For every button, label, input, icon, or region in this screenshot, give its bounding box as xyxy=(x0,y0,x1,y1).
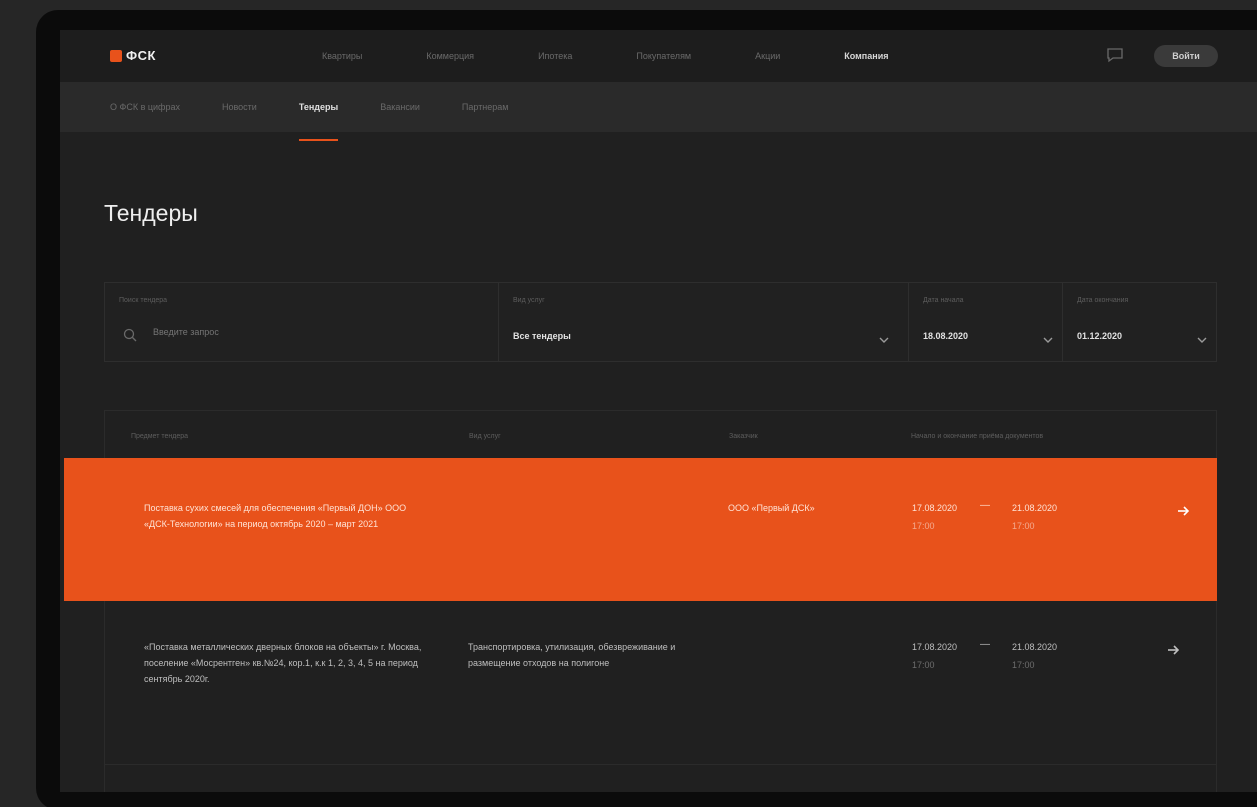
row-end-time: 17:00 xyxy=(1012,521,1035,531)
row-end-date: 21.08.2020 xyxy=(1012,503,1058,513)
search-filter-label: Поиск тендера xyxy=(119,297,167,304)
date-from-filter[interactable]: Дата начала 18.08.2020 xyxy=(909,283,1063,361)
arrow-right-icon[interactable] xyxy=(1166,643,1180,657)
chevron-down-icon xyxy=(1043,331,1053,343)
tab-news[interactable]: Новости xyxy=(222,102,257,112)
filter-panel: Поиск тендера Вид услуг Все тендеры Дата… xyxy=(104,282,1217,362)
table-row[interactable]: Поставка сухих смесей для обеспечения «П… xyxy=(64,458,1217,601)
date-to-value: 01.12.2020 xyxy=(1077,331,1123,341)
login-button[interactable]: Войти xyxy=(1154,45,1218,67)
date-separator: — xyxy=(980,500,990,511)
row-end-date: 21.08.2020 xyxy=(1012,642,1058,652)
search-filter: Поиск тендера xyxy=(105,283,499,361)
main-menu: Квартиры Коммерция Ипотека Покупателям А… xyxy=(322,51,952,61)
page-title: Тендеры xyxy=(104,200,198,226)
chevron-down-icon xyxy=(879,331,889,343)
topnav-item-apartments[interactable]: Квартиры xyxy=(322,51,362,61)
tab-about[interactable]: О ФСК в цифрах xyxy=(110,102,180,112)
top-navigation: ФСК Квартиры Коммерция Ипотека Покупател… xyxy=(60,30,1257,82)
topnav-item-commercial[interactable]: Коммерция xyxy=(426,51,474,61)
type-filter-label: Вид услуг xyxy=(513,297,545,304)
table-row[interactable]: «Поставка металлических дверных блоков н… xyxy=(104,605,1217,765)
arrow-right-icon[interactable] xyxy=(1176,504,1190,518)
tab-tenders[interactable]: Тендеры xyxy=(298,102,339,141)
row-start-date: 17.08.2020 xyxy=(912,642,958,652)
app-screen: ФСК Квартиры Коммерция Ипотека Покупател… xyxy=(60,30,1257,792)
table-header: Предмет тендера Вид услуг Заказчик Начал… xyxy=(105,411,1216,461)
topnav-item-promotions[interactable]: Акции xyxy=(755,51,780,61)
logo[interactable]: ФСК xyxy=(110,48,156,63)
row-subject: «Поставка металлических дверных блоков н… xyxy=(144,642,422,684)
tab-partners[interactable]: Партнерам xyxy=(462,102,509,112)
type-filter-value: Все тендеры xyxy=(513,331,571,341)
date-from-value: 18.08.2020 xyxy=(923,331,969,341)
row-start-time: 17:00 xyxy=(912,660,935,670)
row-start-time: 17:00 xyxy=(912,521,935,531)
tab-vacancies[interactable]: Вакансии xyxy=(380,102,420,112)
logo-text: ФСК xyxy=(126,48,156,63)
chevron-down-icon xyxy=(1197,331,1207,343)
date-to-label: Дата окончания xyxy=(1077,297,1129,304)
section-tabs: О ФСК в цифрах Новости Тендеры Вакансии … xyxy=(110,102,550,141)
row-end-time: 17:00 xyxy=(1012,660,1035,670)
date-separator: — xyxy=(980,639,990,650)
date-from-label: Дата начала xyxy=(923,297,964,304)
date-to-filter[interactable]: Дата окончания 01.12.2020 xyxy=(1063,283,1216,361)
column-subject: Предмет тендера xyxy=(131,433,189,440)
row-customer: ООО «Первый ДСК» xyxy=(728,503,815,513)
search-input[interactable] xyxy=(153,327,473,337)
row-subject: Поставка сухих смесей для обеспечения «П… xyxy=(144,503,407,529)
column-service: Вид услуг xyxy=(469,433,501,440)
row-service: Транспортировка, утилизация, обезврежива… xyxy=(468,642,676,668)
row-start-date: 17.08.2020 xyxy=(912,503,958,513)
column-dates: Начало и окончание приёма документов xyxy=(911,433,1044,440)
search-icon xyxy=(123,328,137,342)
chat-icon[interactable] xyxy=(1106,47,1124,63)
sub-navigation: О ФСК в цифрах Новости Тендеры Вакансии … xyxy=(60,82,1257,141)
type-filter[interactable]: Вид услуг Все тендеры xyxy=(499,283,909,361)
column-customer: Заказчик xyxy=(729,433,758,440)
topnav-item-company[interactable]: Компания xyxy=(844,51,888,61)
topnav-item-buyers[interactable]: Покупателям xyxy=(636,51,691,61)
topnav-item-mortgage[interactable]: Ипотека xyxy=(538,51,572,61)
logo-mark-icon xyxy=(110,49,122,62)
